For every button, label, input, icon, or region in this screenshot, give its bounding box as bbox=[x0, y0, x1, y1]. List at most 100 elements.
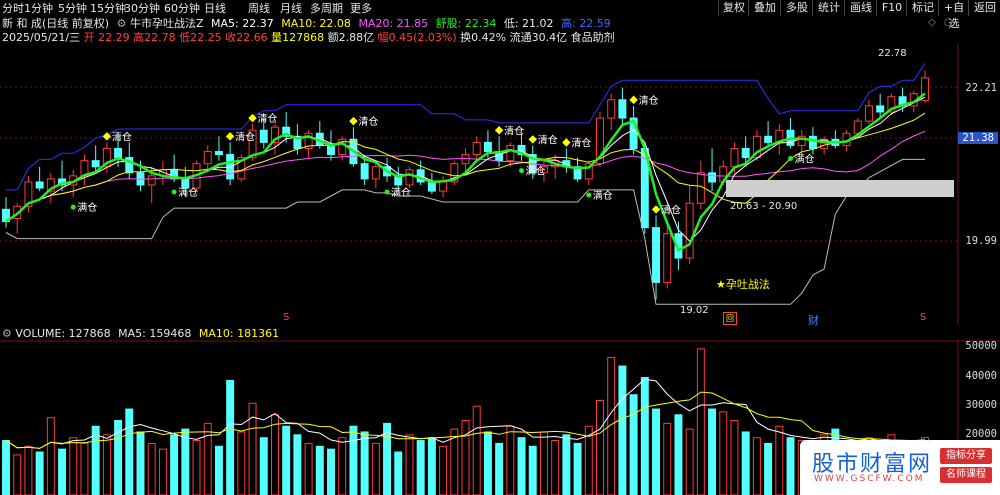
volume-title: VOLUME: 127868 bbox=[15, 327, 111, 340]
toolbar-button[interactable]: +自选 bbox=[938, 0, 969, 30]
candle-body bbox=[808, 135, 817, 149]
candle-body bbox=[483, 141, 492, 153]
volume-bar bbox=[102, 434, 111, 495]
volume-bar bbox=[562, 434, 571, 495]
buy-signal-icon bbox=[171, 189, 177, 195]
stock-name: 新 和 成(日线 前复权) bbox=[2, 17, 110, 30]
volume-bar bbox=[304, 442, 313, 495]
sell-signal-label: 清仓 bbox=[112, 130, 132, 143]
period-tab[interactable]: 60分钟 bbox=[164, 1, 200, 16]
toolbar-button[interactable]: 统计 bbox=[812, 0, 845, 16]
sell-signal-icon bbox=[349, 116, 358, 126]
event-box-marker[interactable]: 回 bbox=[723, 312, 737, 325]
period-tab[interactable]: 多周期 bbox=[310, 1, 343, 16]
toolbar-button[interactable]: 多股 bbox=[780, 0, 813, 16]
period-tab[interactable]: 5分钟 bbox=[58, 1, 87, 16]
volume-bar bbox=[338, 437, 347, 495]
event-s-marker-2[interactable]: S bbox=[920, 312, 926, 323]
sell-signal-label: 清仓 bbox=[639, 94, 659, 107]
toolbar-button[interactable]: 画线 bbox=[844, 0, 877, 16]
toolbar-button[interactable]: 叠加 bbox=[748, 0, 781, 16]
sell-signal-label: 清仓 bbox=[504, 124, 524, 137]
site-watermark: 股市财富网 WWW.GSCFW.COM 指标分享 名师课程 bbox=[800, 440, 1000, 495]
volume-bar bbox=[427, 437, 436, 495]
volume-bar bbox=[360, 431, 369, 495]
period-tab[interactable]: 30分钟 bbox=[124, 1, 160, 16]
volume-bar bbox=[58, 448, 67, 495]
volume-bar bbox=[495, 442, 504, 495]
sell-signal-label: 清仓 bbox=[358, 115, 378, 128]
buy-signal-icon bbox=[519, 168, 525, 174]
buy-signal-icon bbox=[384, 189, 390, 195]
info-line-1: 新 和 成(日线 前复权) ⚙ 牛市孕吐战法Z MA5: 22.37 MA10:… bbox=[2, 17, 611, 31]
toolbar-button[interactable]: 复权 bbox=[718, 0, 749, 16]
volume-bar bbox=[483, 431, 492, 495]
sell-signal-label: 清仓 bbox=[661, 203, 681, 216]
candle-body bbox=[327, 144, 335, 156]
volume-bar bbox=[271, 414, 279, 495]
event-fin-marker[interactable]: 财 bbox=[808, 312, 819, 328]
period-tab[interactable]: 周线 bbox=[248, 1, 270, 16]
volume-bar bbox=[259, 437, 268, 495]
volume-bar bbox=[618, 365, 627, 495]
volume-bar bbox=[69, 437, 78, 495]
candle-body bbox=[439, 181, 448, 192]
low-value: 低: 21.02 bbox=[503, 17, 554, 30]
volume-bar bbox=[719, 411, 728, 495]
period-tab[interactable]: 更多 bbox=[350, 1, 372, 16]
ma5-value: MA5: 22.37 bbox=[211, 17, 274, 30]
float-label: 流通30.4亿 bbox=[509, 31, 568, 44]
indicator-name[interactable]: 牛市孕吐战法Z bbox=[130, 17, 204, 30]
candle-body bbox=[730, 147, 739, 168]
period-tab[interactable]: 15分钟 bbox=[90, 1, 126, 16]
period-tab[interactable]: 1分钟 bbox=[24, 1, 53, 16]
indicator-settings-icon[interactable]: ⚙ bbox=[117, 17, 127, 30]
volume-bar bbox=[640, 377, 649, 495]
volume-axis-label: 40000 bbox=[965, 370, 997, 382]
toolbar-button[interactable]: 标记 bbox=[906, 0, 939, 16]
price-axis-label: 19.99 bbox=[965, 235, 997, 247]
volume-bar bbox=[696, 348, 705, 495]
volume-bar bbox=[461, 420, 470, 495]
period-tab[interactable]: 分时 bbox=[2, 1, 24, 16]
panel-options-icon[interactable]: ◇ bbox=[928, 17, 936, 28]
candle-body bbox=[876, 105, 885, 113]
event-s-marker[interactable]: S bbox=[283, 312, 289, 323]
current-price-tag: 21.38 bbox=[958, 132, 998, 144]
buy-signal-label: 满仓 bbox=[77, 201, 97, 214]
watermark-tag-course[interactable]: 名师课程 bbox=[940, 467, 992, 483]
period-tab[interactable]: 月线 bbox=[280, 1, 302, 16]
change-label: 幅0.45(2.03%) bbox=[377, 31, 457, 44]
sell-signal-label: 清仓 bbox=[235, 130, 255, 143]
volume-bar bbox=[472, 405, 481, 495]
volume-bar bbox=[517, 437, 526, 495]
candle-body bbox=[114, 147, 123, 159]
volume-bar bbox=[663, 422, 672, 495]
volume-bar bbox=[192, 440, 201, 495]
volume-bar bbox=[125, 408, 134, 495]
candle-body bbox=[652, 227, 660, 283]
volume-bar bbox=[349, 425, 358, 495]
sector-label: 食品助剂 bbox=[570, 31, 615, 44]
candle-body bbox=[371, 166, 380, 180]
volume-settings-icon[interactable]: ⚙ bbox=[2, 327, 12, 340]
candle-body bbox=[864, 105, 873, 122]
candle-body bbox=[472, 141, 481, 156]
candle-body bbox=[360, 163, 369, 180]
volume-ma5: MA5: 159468 bbox=[118, 327, 192, 340]
toolbar-button[interactable]: 返回 bbox=[968, 0, 1000, 16]
watermark-tag-share[interactable]: 指标分享 bbox=[940, 448, 992, 464]
high-mark-label: 22.78 bbox=[878, 48, 907, 59]
volume-bar bbox=[46, 417, 55, 495]
panel-close-icon[interactable]: ○ bbox=[944, 17, 953, 28]
candle-body bbox=[214, 151, 223, 156]
volume-bar bbox=[551, 440, 560, 495]
volume-header: ⚙ VOLUME: 127868 MA5: 159468 MA10: 18136… bbox=[2, 327, 279, 341]
volume-bar bbox=[528, 445, 537, 495]
volume-bar bbox=[80, 442, 89, 495]
volume-bar bbox=[91, 425, 100, 495]
volume-ma10: MA10: 181361 bbox=[198, 327, 280, 340]
period-tab[interactable]: 日线 bbox=[204, 1, 226, 16]
toolbar-button[interactable]: F10 bbox=[876, 0, 907, 16]
volume-label: 量127868 bbox=[271, 31, 325, 44]
